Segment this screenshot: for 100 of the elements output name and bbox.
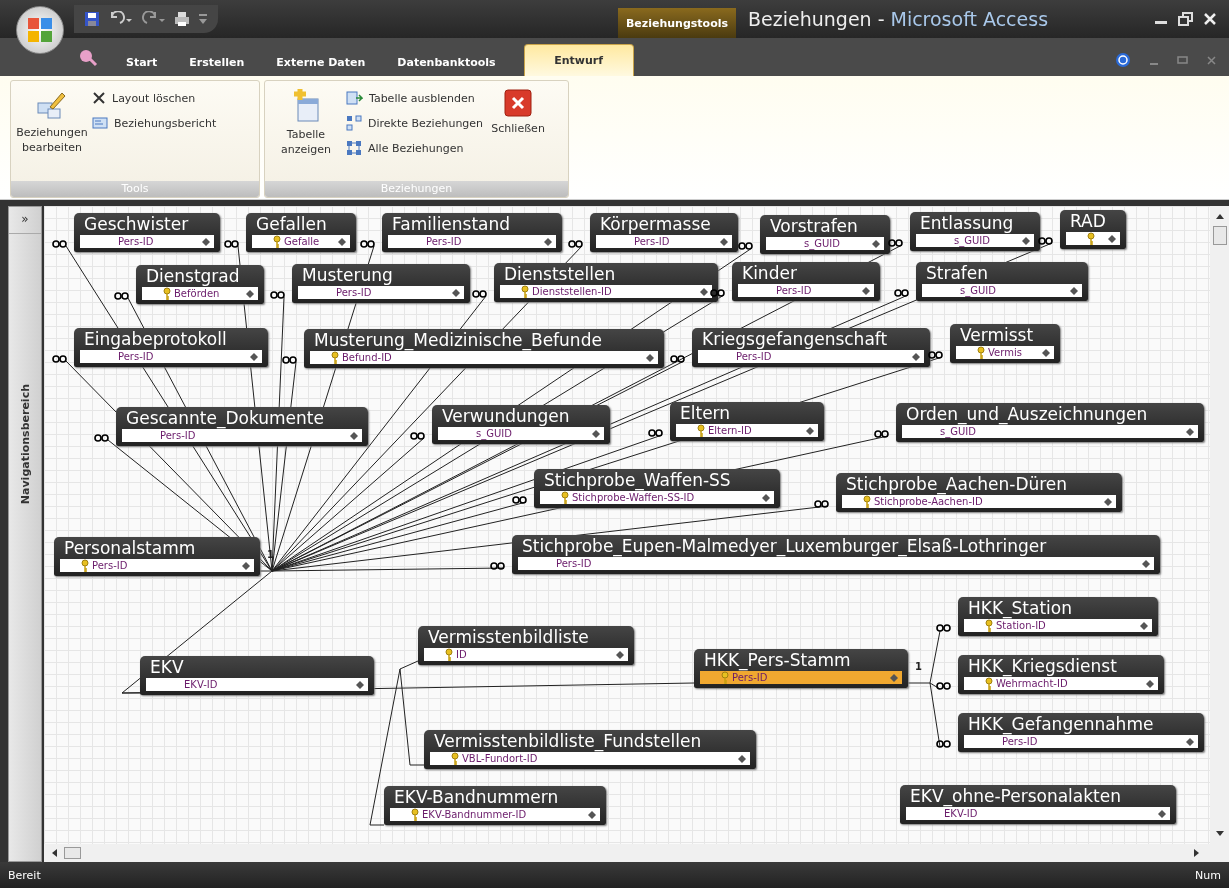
- table-card[interactable]: Gescannte_Dokumente Pers-ID: [116, 407, 368, 446]
- table-card[interactable]: Dienststellen Dienststellen-ID: [494, 263, 718, 302]
- field-row[interactable]: Pers-ID: [698, 350, 924, 363]
- table-card[interactable]: Kriegsgefangenschaft Pers-ID: [692, 328, 930, 367]
- ribbon-tab[interactable]: Datenbanktools: [383, 48, 510, 76]
- table-card[interactable]: Geschwister Pers-ID: [74, 213, 220, 252]
- table-card[interactable]: Körpermasse Pers-ID: [590, 213, 738, 252]
- navigation-pane-label[interactable]: Navigationsbereich: [18, 384, 32, 505]
- table-card[interactable]: Stichprobe_Waffen-SS Stichprobe-Waffen-SS-ID: [534, 469, 780, 508]
- table-card[interactable]: HKK_Station Station-ID: [958, 597, 1158, 636]
- scroll-left-icon[interactable]: [50, 848, 58, 858]
- expand-pane-button[interactable]: »: [9, 207, 41, 234]
- table-card[interactable]: Personalstamm Pers-ID: [54, 537, 260, 576]
- field-row[interactable]: Pers-ID: [700, 671, 902, 684]
- table-card[interactable]: HKK_Kriegsdienst Wehrmacht-ID: [958, 655, 1164, 694]
- table-name: Stichprobe_Aachen-Düren: [845, 473, 1068, 495]
- table-card[interactable]: Musterung_Medizinische_Befunde Befund-ID: [304, 329, 664, 368]
- table-card[interactable]: Vorstrafen s_GUID: [760, 215, 890, 254]
- table-card[interactable]: Kinder Pers-ID: [732, 262, 880, 301]
- table-card[interactable]: Stichprobe_Eupen-Malmedyer_Luxemburger_Elsaß-Lothringer Pers-ID: [512, 535, 1160, 574]
- ribbon-button[interactable]: Tabelle anzeigen: [271, 85, 341, 177]
- table-card[interactable]: Orden_und_Auszeichnungen s_GUID: [896, 403, 1204, 442]
- ribbon-button[interactable]: Beziehungen bearbeiten: [17, 85, 87, 177]
- field-row[interactable]: Pers-ID: [964, 735, 1198, 748]
- field-row[interactable]: EKV-ID: [906, 807, 1170, 820]
- field-row[interactable]: Pers-ID: [388, 235, 556, 248]
- field-row[interactable]: [1066, 232, 1120, 245]
- ribbon-button[interactable]: Beziehungsbericht: [89, 112, 220, 134]
- field-row[interactable]: VBL-Fundort-ID: [430, 752, 750, 765]
- field-row[interactable]: EKV-ID: [146, 678, 368, 691]
- ribbon-tab[interactable]: Externe Daten: [262, 48, 380, 76]
- field-row[interactable]: s_GUID: [902, 425, 1198, 438]
- scroll-right-icon[interactable]: [1193, 848, 1201, 858]
- ribbon-button[interactable]: Tabelle ausblenden: [343, 87, 487, 109]
- ribbon-button[interactable]: Layout löschen: [89, 87, 220, 109]
- scroll-marker-icon: [1186, 737, 1194, 746]
- field-row[interactable]: s_GUID: [922, 284, 1082, 297]
- field-row[interactable]: Dienststellen-ID: [500, 285, 712, 298]
- ribbon-button[interactable]: Direkte Beziehungen: [343, 112, 487, 134]
- printer-icon[interactable]: [174, 11, 190, 27]
- field-row[interactable]: Stichprobe-Aachen-ID: [842, 495, 1116, 508]
- field-name: Dienststellen-ID: [532, 285, 612, 298]
- field-row[interactable]: Pers-ID: [80, 235, 214, 248]
- field-row[interactable]: Gefalle: [252, 235, 350, 248]
- table-card[interactable]: EKV EKV-ID: [140, 656, 374, 695]
- field-row[interactable]: Vermis: [956, 346, 1054, 359]
- table-card[interactable]: Gefallen Gefalle: [246, 213, 356, 252]
- table-card[interactable]: Verwundungen s_GUID: [432, 405, 610, 444]
- table-card[interactable]: RAD: [1060, 210, 1126, 249]
- ribbon-button[interactable]: Alle Beziehungen: [343, 137, 487, 159]
- field-row[interactable]: s_GUID: [438, 427, 604, 440]
- office-button[interactable]: [16, 6, 64, 54]
- table-card[interactable]: Eingabeprotokoll Pers-ID: [74, 328, 268, 367]
- field-row[interactable]: Pers-ID: [738, 284, 874, 297]
- restore-icon[interactable]: [1178, 12, 1193, 26]
- field-row[interactable]: Wehrmacht-ID: [964, 677, 1158, 690]
- table-card[interactable]: Vermisst Vermis: [950, 324, 1060, 363]
- scroll-thumb[interactable]: [64, 847, 81, 859]
- save-icon[interactable]: [84, 11, 100, 27]
- field-row[interactable]: Pers-ID: [518, 557, 1154, 570]
- field-row[interactable]: EKV-Bandnummer-ID: [390, 808, 600, 821]
- field-row[interactable]: ID: [424, 648, 628, 661]
- table-card[interactable]: Strafen s_GUID: [916, 262, 1088, 301]
- table-card[interactable]: Stichprobe_Aachen-Düren Stichprobe-Aachen-ID: [836, 473, 1122, 512]
- scroll-down-icon[interactable]: [1214, 830, 1225, 838]
- field-row[interactable]: Beförden: [142, 287, 258, 300]
- table-card[interactable]: HKK_Gefangennahme Pers-ID: [958, 713, 1204, 752]
- table-card[interactable]: EKV_ohne-Personalakten EKV-ID: [900, 785, 1176, 824]
- report-icon: [92, 115, 108, 131]
- table-card[interactable]: HKK_Pers-Stamm Pers-ID: [694, 649, 908, 688]
- field-row[interactable]: Pers-ID: [80, 350, 262, 363]
- field-row[interactable]: Pers-ID: [596, 235, 732, 248]
- redo-icon[interactable]: [141, 11, 166, 27]
- table-card[interactable]: Eltern Eltern-ID: [670, 402, 824, 441]
- ribbon-tab[interactable]: Erstellen: [175, 48, 259, 76]
- field-row[interactable]: Pers-ID: [122, 429, 362, 442]
- field-row[interactable]: s_GUID: [766, 237, 884, 250]
- field-row[interactable]: Pers-ID: [60, 559, 254, 572]
- table-card[interactable]: Vermisstenbildliste ID: [418, 626, 634, 665]
- field-row[interactable]: Eltern-ID: [676, 424, 818, 437]
- scroll-thumb[interactable]: [1212, 226, 1227, 245]
- field-row[interactable]: Stichprobe-Waffen-SS-ID: [540, 491, 774, 504]
- ribbon-tab[interactable]: Entwurf: [523, 44, 634, 76]
- field-row[interactable]: Pers-ID: [298, 286, 464, 299]
- ribbon-tab[interactable]: Start: [112, 48, 172, 76]
- scroll-up-icon[interactable]: [1214, 212, 1225, 220]
- table-card[interactable]: Familienstand Pers-ID: [382, 213, 562, 252]
- field-row[interactable]: Befund-ID: [310, 351, 658, 364]
- ribbon-button[interactable]: Schließen: [488, 85, 549, 177]
- table-card[interactable]: Vermisstenbildliste_Fundstellen VBL-Fundort-ID: [424, 730, 756, 769]
- scroll-marker-icon: [1042, 348, 1050, 357]
- undo-icon[interactable]: [108, 11, 133, 27]
- field-row[interactable]: s_GUID: [916, 234, 1034, 247]
- table-card[interactable]: Dienstgrad Beförden: [136, 265, 264, 304]
- table-card[interactable]: Entlassung s_GUID: [910, 212, 1040, 251]
- field-row[interactable]: Station-ID: [964, 619, 1152, 632]
- help-icon[interactable]: [1115, 52, 1131, 68]
- table-card[interactable]: EKV-Bandnummern EKV-Bandnummer-ID: [384, 786, 606, 825]
- table-card[interactable]: Musterung Pers-ID: [292, 264, 470, 303]
- customize-arrow-icon[interactable]: [198, 12, 208, 26]
